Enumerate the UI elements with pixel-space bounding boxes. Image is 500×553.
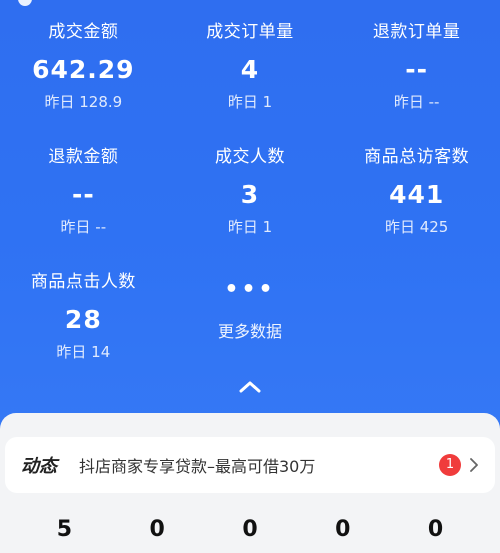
metric-label: 成交订单量 — [206, 22, 294, 42]
metric-value: 441 — [389, 180, 445, 209]
notice-bar[interactable]: 动态 抖店商家专享贷款–最高可借30万 1 — [5, 437, 495, 493]
more-data-label: 更多数据 — [217, 322, 282, 341]
metric-yesterday: 昨日 -- — [60, 218, 107, 236]
metric-yesterday: 昨日 128.9 — [44, 93, 123, 111]
metric-visitors[interactable]: 商品总访客数 441 昨日 425 — [333, 143, 500, 241]
metric-label: 退款金额 — [48, 147, 119, 167]
metric-buyers[interactable]: 成交人数 3 昨日 1 — [167, 143, 334, 241]
metric-gmv[interactable]: 成交金额 642.29 昨日 128.9 — [0, 18, 167, 116]
metric-refund-amount[interactable]: 退款金额 -- 昨日 -- — [0, 143, 167, 241]
top-indicator-dot — [18, 0, 32, 6]
bottom-sheet: 动态 抖店商家专享贷款–最高可借30万 1 5 0 0 0 0 — [0, 413, 500, 553]
metric-yesterday: 昨日 1 — [227, 93, 273, 111]
bottom-value: 0 — [242, 517, 258, 542]
bottom-value: 0 — [427, 517, 444, 542]
bottom-values-row: 5 0 0 0 0 — [0, 517, 500, 542]
metric-value: 3 — [240, 180, 260, 209]
metric-value: 4 — [240, 55, 260, 84]
bottom-value: 0 — [335, 517, 351, 542]
metric-label: 退款订单量 — [372, 22, 461, 42]
metric-label: 商品点击人数 — [30, 272, 136, 292]
metric-orders[interactable]: 成交订单量 4 昨日 1 — [167, 18, 334, 116]
notice-tag: 动态 — [21, 456, 57, 477]
metric-yesterday: 昨日 425 — [384, 218, 449, 236]
notice-count-badge: 1 — [439, 454, 461, 476]
metric-clicks[interactable]: 商品点击人数 28 昨日 14 — [0, 268, 167, 366]
more-data-button[interactable]: ••• 更多数据 — [167, 268, 334, 366]
more-dots-icon: ••• — [224, 277, 276, 302]
notice-text: 抖店商家专享贷款–最高可借30万 — [79, 457, 316, 476]
metric-value: 28 — [64, 305, 102, 334]
metrics-grid: 成交金额 642.29 昨日 128.9 成交订单量 4 昨日 1 退款订单量 … — [0, 18, 500, 366]
metric-value: -- — [71, 180, 95, 209]
metric-value: -- — [405, 55, 429, 84]
chevron-right-icon — [470, 458, 478, 472]
metric-refund-orders[interactable]: 退款订单量 -- 昨日 -- — [333, 18, 500, 116]
metric-value: 642.29 — [32, 55, 135, 84]
metric-yesterday: 昨日 1 — [227, 218, 273, 236]
metric-label: 商品总访客数 — [364, 147, 470, 167]
metric-label: 成交人数 — [214, 147, 285, 167]
metric-yesterday: 昨日 14 — [56, 343, 111, 361]
bottom-value: 0 — [149, 517, 165, 542]
metric-label: 成交金额 — [48, 22, 119, 42]
metric-yesterday: 昨日 -- — [393, 93, 440, 111]
collapse-chevron-up-icon[interactable] — [238, 378, 262, 394]
bottom-value: 5 — [56, 517, 73, 542]
stats-panel: 成交金额 642.29 昨日 128.9 成交订单量 4 昨日 1 退款订单量 … — [0, 0, 500, 430]
